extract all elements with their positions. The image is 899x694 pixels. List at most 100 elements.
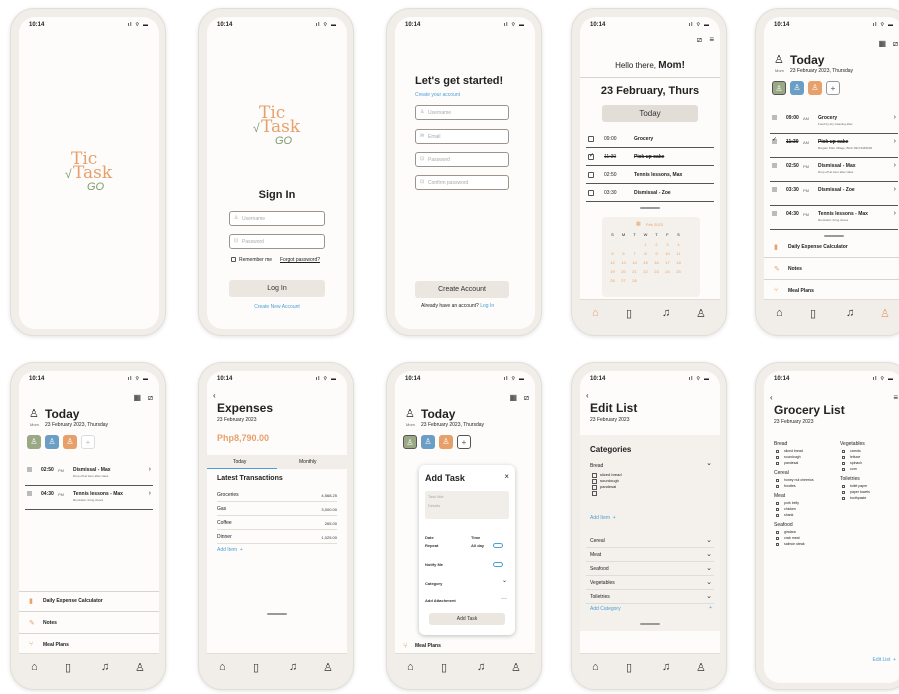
add-item-link[interactable]: Add Item + [217,547,243,553]
bell-icon[interactable]: ♫ [289,661,297,673]
chevron-down-icon[interactable]: ⌄ [706,592,712,600]
transaction-row[interactable]: Coffee 265.00 [217,517,337,530]
remember-checkbox[interactable] [231,257,236,262]
grocery-checkbox[interactable] [776,514,779,517]
menu-item[interactable]: Daily Expense Calculator [788,244,848,250]
calendar-date[interactable] [651,278,662,283]
home-icon[interactable]: ⌂ [407,661,414,673]
calendar-date[interactable] [673,278,684,283]
time-label[interactable]: Time [471,535,480,540]
chevron-down-icon[interactable]: ⌄ [706,550,712,558]
calendar-date[interactable]: 14 [629,260,640,265]
grocery-checkbox[interactable] [842,497,845,500]
transaction-row[interactable]: Groceries 4,568.25 [217,489,337,502]
menu-item[interactable]: Notes [43,620,57,626]
calendar-date[interactable]: 26 [607,278,618,283]
profile-icon[interactable]: ♙ [696,307,706,320]
calendar-date[interactable]: 23 [651,269,662,274]
task-checkbox[interactable] [27,467,32,472]
member-avatar[interactable]: ♙ [808,81,822,95]
calendar-date[interactable]: 8 [640,251,651,256]
menu-item[interactable]: Meal Plans [788,288,814,294]
member-avatar[interactable]: ♙ [790,81,804,95]
calendar-date[interactable]: 11 [673,251,684,256]
calendar-date[interactable]: 15 [640,260,651,265]
profile-icon[interactable]: ♙ [696,661,706,674]
task-checkbox[interactable] [588,136,594,142]
calendar-date[interactable]: 6 [618,251,629,256]
calendar-date[interactable]: 13 [618,260,629,265]
menu-icon[interactable]: ≡ [709,35,714,44]
calendar-view-icon[interactable]: ▦ [133,393,141,402]
member-avatar[interactable]: ♙ [439,435,453,449]
task-row[interactable]: 02:50 PM Dismissal - Max Drop off at tutor … [770,160,898,182]
chevron-right-icon[interactable]: › [894,162,896,169]
bell-icon[interactable]: ♫ [101,661,109,673]
calendar-date[interactable]: 7 [629,251,640,256]
calendar-date[interactable]: 4 [673,242,684,247]
grocery-checkbox[interactable] [842,491,845,494]
attachment-label[interactable]: Add Attachment [425,598,456,603]
calendar-date[interactable]: 3 [662,242,673,247]
grocery-checkbox[interactable] [842,450,845,453]
profile-icon[interactable]: ♙ [880,307,890,320]
task-row[interactable]: 02:50 Tennis lessons, Max [586,169,714,184]
calendar-date[interactable]: 5 [607,251,618,256]
chevron-down-icon[interactable]: ⌄ [706,564,712,572]
list-icon[interactable]: ▯ [65,661,71,674]
task-row[interactable]: 09:00 Grocery [586,133,714,148]
chevron-down-icon[interactable]: ⌄ [706,578,712,586]
transaction-row[interactable]: Gas 3,000.00 [217,503,337,516]
grocery-checkbox[interactable] [842,456,845,459]
grocery-checkbox[interactable] [842,462,845,465]
task-row[interactable]: 04:30 PM Tennis lessons - Max Reminder: bri… [770,208,898,230]
edit-icon[interactable]: ⧄ [148,393,153,403]
member-avatar[interactable]: ♙ [772,81,786,95]
calendar-view-icon[interactable]: ▦ [878,39,886,48]
calendar-date[interactable]: 17 [662,260,673,265]
back-icon[interactable]: ‹ [586,391,589,400]
grocery-checkbox[interactable] [776,485,779,488]
edit-list-link[interactable]: Edit List + [873,657,897,663]
calendar-date[interactable]: 2 [651,242,662,247]
calendar-date[interactable] [618,242,629,247]
category-row[interactable]: Toiletries ⌄ [586,591,714,604]
reg-confirm-input[interactable]: ⊡ Confirm password [415,175,509,190]
create-account-link[interactable]: Create New Account [207,304,347,310]
calendar-date[interactable]: 21 [629,269,640,274]
home-icon[interactable]: ⌂ [592,307,599,319]
add-member-button[interactable]: + [457,435,471,449]
add-member-button[interactable]: + [826,81,840,95]
task-row[interactable]: ✓ 11:30 Pick up cake [586,151,714,166]
grocery-checkbox[interactable] [842,485,845,488]
calendar-date[interactable] [607,242,618,247]
calendar-date[interactable]: 27 [618,278,629,283]
task-checkbox[interactable] [588,190,594,196]
grocery-checkbox[interactable] [776,531,779,534]
menu-item[interactable]: Daily Expense Calculator [43,598,103,604]
sheet-handle[interactable] [640,623,660,625]
bell-icon[interactable]: ♫ [477,661,485,673]
list-icon[interactable]: ▯ [810,307,816,320]
grocery-checkbox[interactable] [776,462,779,465]
category-select[interactable]: Category [425,581,442,586]
home-icon[interactable]: ⌂ [776,307,783,319]
task-row[interactable]: 03:30 PM Dismissal - Zoe › [770,184,898,206]
category-row[interactable]: Meat ⌄ [586,549,714,562]
task-row[interactable]: 03:30 Dismissal - Zoe [586,187,714,202]
task-title-input[interactable]: Task title Details [425,491,509,519]
back-icon[interactable]: ‹ [213,391,216,400]
reg-password-input[interactable]: ⊡ Password [415,152,509,167]
list-icon[interactable]: ▯ [626,307,632,320]
tab-today[interactable]: Today [233,459,246,465]
tab-monthly[interactable]: Monthly [299,459,317,465]
calendar-date[interactable]: 9 [651,251,662,256]
transaction-row[interactable]: Dinner 1,025.00 [217,531,337,544]
grocery-checkbox[interactable] [776,450,779,453]
category-bread[interactable]: Bread [590,463,603,469]
member-avatar[interactable]: ♙ [63,435,77,449]
chevron-down-icon[interactable]: ⌄ [706,536,712,544]
date-label[interactable]: Date [425,535,434,540]
add-member-button[interactable]: + [81,435,95,449]
chevron-right-icon[interactable]: › [894,138,896,145]
